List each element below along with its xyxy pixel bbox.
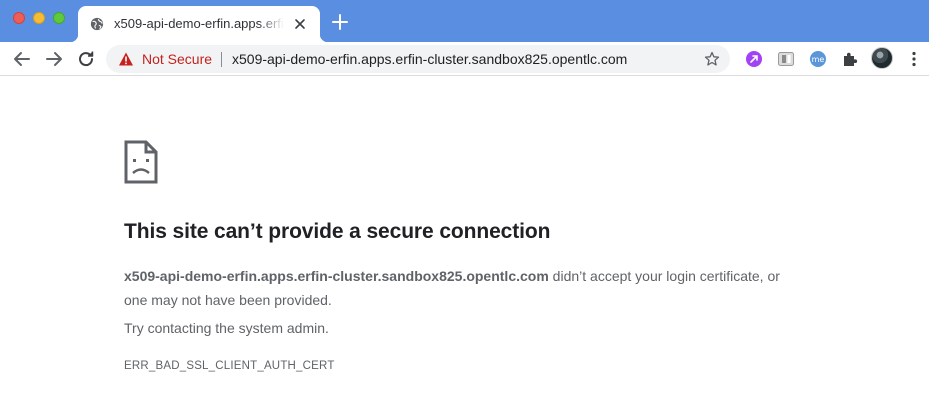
tab-title: x509-api-demo-erfin.apps.erfin-cluster.s…	[114, 16, 284, 31]
forward-arrow-icon[interactable]	[42, 47, 66, 71]
sad-document-icon	[124, 140, 158, 184]
window-close-button[interactable]	[13, 12, 25, 24]
reload-icon[interactable]	[74, 47, 98, 71]
tab-strip: x509-api-demo-erfin.apps.erfin-cluster.s…	[0, 0, 929, 42]
browser-toolbar: Not Secure x509-api-demo-erfin.apps.erfi…	[0, 42, 929, 76]
error-description: x509-api-demo-erfin.apps.erfin-cluster.s…	[124, 264, 784, 312]
reader-extension-icon[interactable]	[777, 50, 795, 68]
url-text[interactable]: x509-api-demo-erfin.apps.erfin-cluster.s…	[232, 51, 627, 67]
warning-icon[interactable]	[118, 51, 134, 67]
active-tab[interactable]: x509-api-demo-erfin.apps.erfin-cluster.s…	[70, 6, 328, 42]
window-zoom-button[interactable]	[53, 12, 65, 24]
svg-text:me: me	[812, 55, 825, 64]
globe-icon	[90, 17, 104, 31]
purple-extension-icon[interactable]	[745, 50, 763, 68]
profile-avatar[interactable]	[871, 47, 893, 69]
not-secure-label[interactable]: Not Secure	[142, 51, 212, 67]
window-minimize-button[interactable]	[33, 12, 45, 24]
error-suggestion: Try contacting the system admin.	[124, 320, 329, 336]
back-arrow-icon[interactable]	[10, 47, 34, 71]
omnibox-divider	[221, 52, 222, 67]
me-extension-icon[interactable]: me	[809, 50, 827, 68]
error-code: ERR_BAD_SSL_CLIENT_AUTH_CERT	[124, 360, 335, 372]
address-bar[interactable]: Not Secure x509-api-demo-erfin.apps.erfi…	[106, 45, 730, 73]
error-host: x509-api-demo-erfin.apps.erfin-cluster.s…	[124, 268, 549, 284]
close-icon[interactable]	[292, 16, 308, 32]
more-menu-icon[interactable]	[906, 50, 922, 68]
puzzle-icon[interactable]	[841, 50, 859, 68]
error-heading: This site can’t provide a secure connect…	[124, 220, 551, 243]
new-tab-button[interactable]	[330, 12, 350, 32]
bookmark-star-icon[interactable]	[704, 51, 720, 67]
